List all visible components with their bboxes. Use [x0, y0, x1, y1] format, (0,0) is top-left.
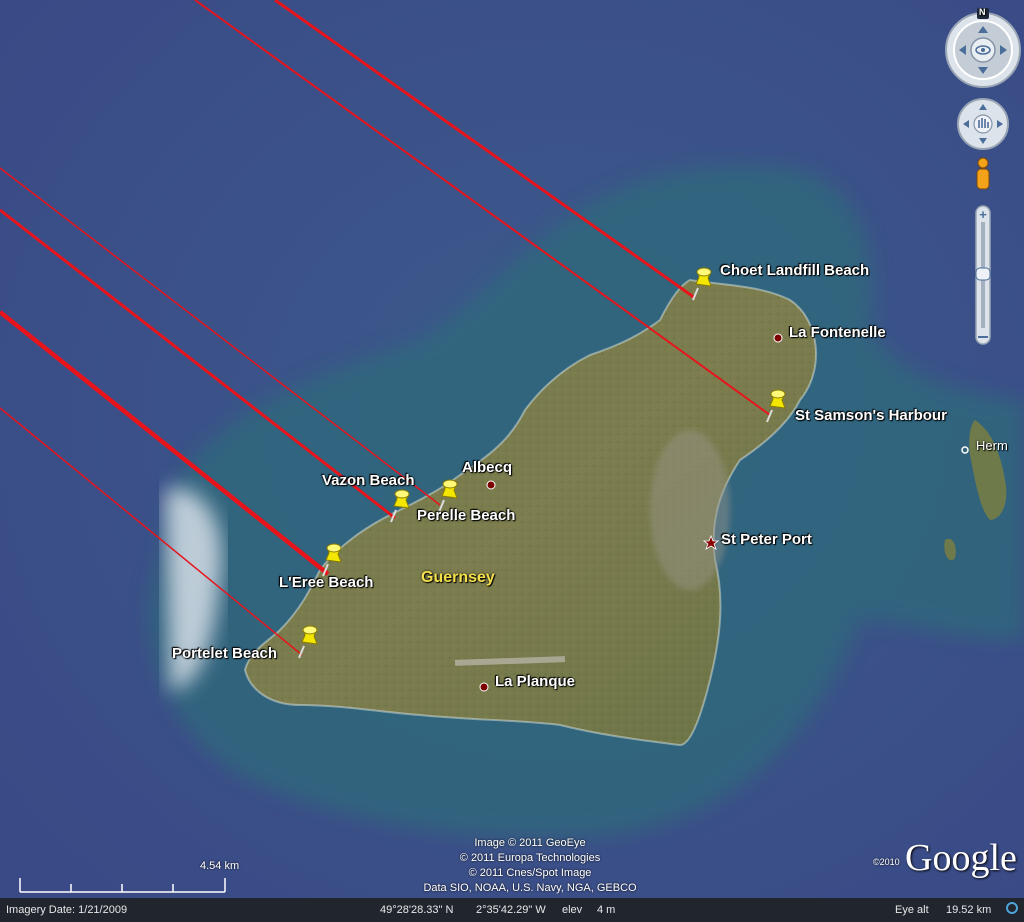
label-choet-landfill-beach[interactable]: Choet Landfill Beach [720, 262, 869, 279]
place-dot-icon [479, 682, 489, 692]
label-albecq: Albecq [462, 459, 513, 476]
attribution-line: © 2011 Cnes/Spot Image [468, 867, 592, 879]
place-dot-icon [486, 480, 496, 490]
push-pin-icon[interactable] [764, 388, 790, 424]
label-portelet-beach[interactable]: Portelet Beach [172, 645, 277, 662]
street-view-pegman-icon[interactable] [976, 157, 990, 190]
push-pin-icon[interactable] [296, 624, 322, 660]
urban-area [650, 430, 730, 590]
zoom-out-icon[interactable] [978, 336, 988, 338]
label-la-fontenelle: La Fontenelle [789, 324, 886, 341]
latitude-readout: 49°28'28.33" N [380, 904, 454, 916]
elevation-label: elev [562, 904, 583, 916]
pan-hand-icon[interactable] [957, 98, 1009, 150]
attribution-line: Data SIO, NOAA, U.S. Navy, NGA, GEBCO [423, 882, 637, 894]
scale-label: 4.54 km [200, 860, 240, 872]
label-perelle-beach[interactable]: Perelle Beach [417, 507, 515, 524]
label-la-planque: La Planque [495, 673, 576, 690]
google-copyright-year: ©2010 [873, 857, 900, 867]
label-vazon-beach[interactable]: Vazon Beach [322, 472, 415, 489]
status-bar: Imagery Date: 1/21/2009 49°28'28.33" N 2… [0, 898, 1024, 922]
label-leree-beach[interactable]: L'Eree Beach [279, 574, 373, 591]
label-herm: Herm [976, 438, 1008, 453]
imagery-date: Imagery Date: 1/21/2009 [6, 904, 128, 916]
google-logo: Google [905, 837, 1017, 879]
longitude-readout: 2°35'42.29" W [476, 904, 546, 916]
place-dot-icon [773, 333, 783, 343]
eye-alt-readout: 19.52 km [946, 904, 992, 916]
attribution-line: Image © 2011 GeoEye [474, 837, 586, 849]
push-pin-icon[interactable] [320, 542, 346, 578]
label-guernsey: Guernsey [421, 569, 495, 586]
zoom-thumb [975, 267, 991, 281]
imagery-attribution: Image © 2011 GeoEye © 2011 Europa Techno… [380, 836, 680, 896]
push-pin-icon[interactable] [388, 488, 414, 524]
label-st-samsons-harbour[interactable]: St Samson's Harbour [795, 407, 947, 424]
zoom-in-icon[interactable]: + [979, 207, 987, 222]
eye-alt-label: Eye alt [895, 904, 929, 916]
push-pin-icon[interactable] [690, 266, 716, 302]
label-st-peter-port: St Peter Port [721, 531, 812, 548]
status-indicator-icon [1006, 902, 1018, 914]
compass-north-label: N [979, 7, 986, 17]
zoom-slider[interactable]: + [975, 205, 991, 345]
svg-text:+: + [979, 207, 987, 222]
elevation-readout: 4 m [597, 904, 616, 916]
attribution-line: © 2011 Europa Technologies [459, 852, 601, 864]
